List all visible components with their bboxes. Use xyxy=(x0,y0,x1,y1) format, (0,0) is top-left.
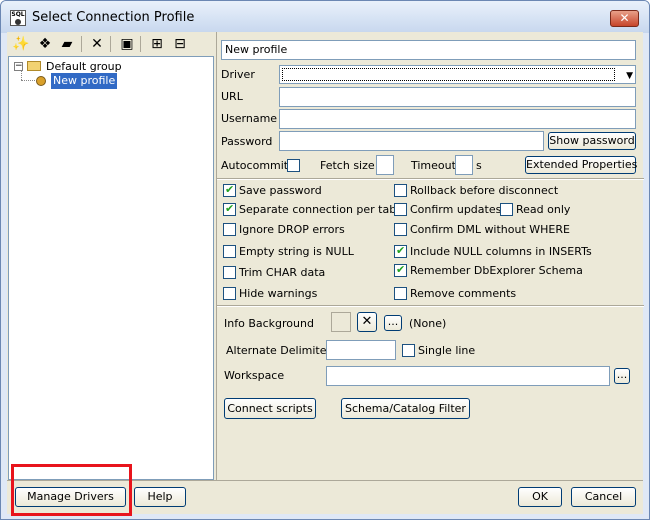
hide-warnings-label: Hide warnings xyxy=(239,287,318,300)
info-background-label: Info Background xyxy=(224,317,314,330)
rollback-label: Rollback before disconnect xyxy=(410,184,559,197)
ignore-drop-errors-checkbox[interactable] xyxy=(223,223,236,236)
app-icon-text: SQL xyxy=(11,11,25,18)
read-only-label: Read only xyxy=(516,203,571,216)
cancel-button[interactable]: Cancel xyxy=(571,487,636,507)
collapse-all-icon[interactable]: ⊟ xyxy=(171,35,189,53)
empty-string-null-checkbox[interactable] xyxy=(223,245,236,258)
close-button[interactable]: ✕ xyxy=(610,10,639,27)
confirm-dml-label: Confirm DML without WHERE xyxy=(410,223,570,236)
password-label: Password xyxy=(221,135,273,148)
divider xyxy=(217,178,644,180)
save-icon[interactable]: ▣ xyxy=(118,35,136,53)
timeout-unit: s xyxy=(476,159,482,172)
dialog-window: SQL Select Connection Profile ✕ ✨ ❖ ▰ ✕ … xyxy=(0,0,650,520)
window-title: Select Connection Profile xyxy=(32,10,195,25)
expand-all-icon[interactable]: ⊞ xyxy=(148,35,166,53)
single-line-label: Single line xyxy=(418,344,476,357)
connect-scripts-button[interactable]: Connect scripts xyxy=(224,398,316,419)
username-input[interactable] xyxy=(279,109,636,129)
highlight-box xyxy=(11,464,132,516)
alternate-delimiter-input[interactable] xyxy=(326,340,396,360)
dialog-client: ✨ ❖ ▰ ✕ ▣ ⊞ ⊟ − Default group New profil… xyxy=(7,32,644,516)
separate-connection-checkbox[interactable] xyxy=(223,202,236,216)
tree-item-new-profile[interactable]: New profile xyxy=(51,73,118,89)
schema-catalog-filter-button[interactable]: Schema/Catalog Filter xyxy=(341,398,470,419)
copy-profile-icon[interactable]: ❖ xyxy=(36,35,54,53)
extended-properties-button[interactable]: Extended Properties xyxy=(525,156,637,174)
ignore-drop-errors-label: Ignore DROP errors xyxy=(239,223,345,236)
folder-icon xyxy=(27,61,41,71)
workspace-input[interactable] xyxy=(326,366,610,386)
new-profile-icon[interactable]: ✨ xyxy=(12,35,30,53)
rollback-checkbox[interactable] xyxy=(394,184,407,197)
remember-schema-checkbox[interactable] xyxy=(394,263,407,277)
separate-connection-label: Separate connection per tab xyxy=(239,203,397,216)
fetch-size-input[interactable] xyxy=(376,155,394,175)
profile-tree[interactable]: − Default group New profile xyxy=(8,56,214,480)
remove-comments-label: Remove comments xyxy=(410,287,517,300)
save-password-checkbox[interactable] xyxy=(223,183,236,197)
workspace-label: Workspace xyxy=(224,369,285,382)
url-label: URL xyxy=(221,90,243,103)
color-value: (None) xyxy=(409,317,447,330)
alternate-delimiter-label: Alternate Delimiter xyxy=(226,344,332,357)
profile-details-panel: New profile Driver ▼ URL Username Passwo… xyxy=(216,32,644,480)
title-bar[interactable]: SQL Select Connection Profile ✕ xyxy=(1,1,649,33)
show-password-button[interactable]: Show password xyxy=(548,132,636,150)
username-label: Username xyxy=(221,112,278,125)
help-button[interactable]: Help xyxy=(134,487,186,507)
save-password-label: Save password xyxy=(239,184,322,197)
hide-warnings-checkbox[interactable] xyxy=(223,287,236,300)
trim-char-checkbox[interactable] xyxy=(223,266,236,279)
include-null-checkbox[interactable] xyxy=(394,244,407,258)
clear-color-button[interactable]: ✕ xyxy=(357,312,377,332)
chevron-down-icon: ▼ xyxy=(626,71,633,81)
remove-comments-checkbox[interactable] xyxy=(394,287,407,300)
autocommit-checkbox[interactable] xyxy=(287,159,300,172)
new-group-icon[interactable]: ▰ xyxy=(58,35,76,53)
url-input[interactable] xyxy=(279,87,636,107)
app-icon: SQL xyxy=(10,10,26,26)
ok-button[interactable]: OK xyxy=(518,487,562,507)
password-input[interactable] xyxy=(279,131,544,151)
profile-toolbar: ✨ ❖ ▰ ✕ ▣ ⊞ ⊟ xyxy=(8,32,214,56)
read-only-checkbox[interactable] xyxy=(500,203,513,216)
profile-tree-panel: ✨ ❖ ▰ ✕ ▣ ⊞ ⊟ − Default group New profil… xyxy=(8,32,214,480)
confirm-updates-label: Confirm updates xyxy=(410,203,502,216)
single-line-checkbox[interactable] xyxy=(402,344,415,357)
confirm-updates-checkbox[interactable] xyxy=(394,203,407,216)
browse-workspace-button[interactable]: ... xyxy=(614,368,630,384)
pick-color-button[interactable]: ... xyxy=(384,315,402,331)
confirm-dml-checkbox[interactable] xyxy=(394,223,407,236)
color-swatch[interactable] xyxy=(331,312,351,332)
profile-name-input[interactable]: New profile xyxy=(221,40,636,60)
remember-schema-label: Remember DbExplorer Schema xyxy=(410,264,583,277)
x-icon: ✕ xyxy=(361,314,373,329)
timeout-input[interactable] xyxy=(455,155,473,175)
driver-select[interactable]: ▼ xyxy=(279,65,636,84)
profile-icon xyxy=(36,76,46,86)
delete-icon[interactable]: ✕ xyxy=(88,35,106,53)
autocommit-label: Autocommit xyxy=(221,159,289,172)
trim-char-label: Trim CHAR data xyxy=(239,266,326,279)
driver-label: Driver xyxy=(221,68,255,81)
timeout-label: Timeout xyxy=(411,159,456,172)
empty-string-null-label: Empty string is NULL xyxy=(239,245,354,258)
fetch-size-label: Fetch size xyxy=(320,159,375,172)
collapse-toggle[interactable]: − xyxy=(14,62,23,71)
divider xyxy=(217,305,644,307)
include-null-label: Include NULL columns in INSERTs xyxy=(410,245,592,258)
